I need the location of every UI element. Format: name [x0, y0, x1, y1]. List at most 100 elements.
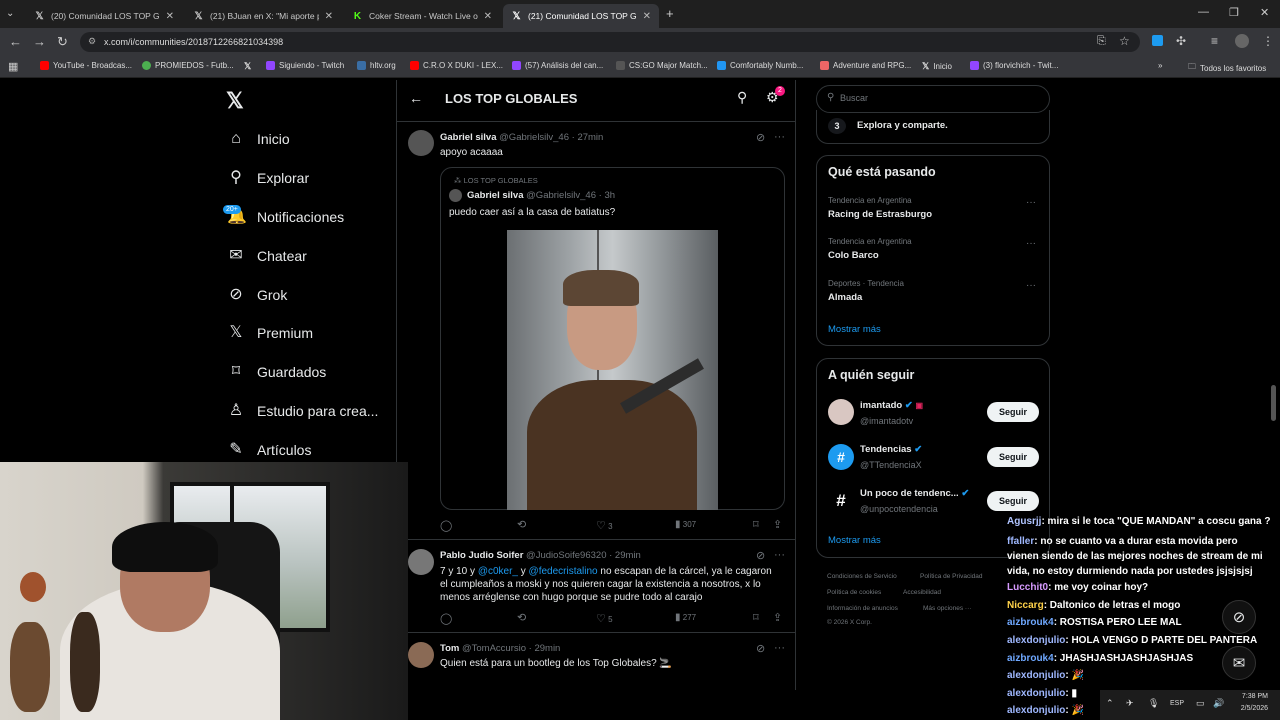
bookmark-item[interactable]: hltv.org — [357, 61, 396, 70]
author-name[interactable]: Pablo Judio Soifer — [440, 550, 523, 561]
tray-chevron-icon[interactable]: ⌃ — [1106, 698, 1114, 709]
more-icon[interactable]: ··· — [774, 131, 785, 143]
footer-link[interactable]: Accesibilidad — [903, 589, 941, 596]
apps-grid-icon[interactable]: ▦ — [8, 60, 18, 73]
hashtag-icon[interactable]: # — [828, 488, 854, 514]
new-tab-icon[interactable]: + — [666, 6, 674, 21]
bookmark-item[interactable]: Siguiendo - Twitch — [266, 61, 344, 70]
close-icon[interactable]: ✕ — [325, 11, 333, 22]
avatar[interactable] — [408, 642, 434, 668]
bookmark-item[interactable]: (57) Análisis del can... — [512, 61, 603, 70]
views-button[interactable]: ▮ 307 — [675, 519, 696, 530]
nav-item-grok[interactable]: ⊘ Grok — [227, 286, 287, 304]
back-arrow-icon[interactable]: ← — [409, 90, 423, 106]
mention-link[interactable]: @c0ker_ — [478, 566, 518, 577]
like-button[interactable]: ♡ 5 — [596, 612, 613, 625]
extension-icon[interactable] — [1152, 35, 1163, 46]
bookmark-icon[interactable]: ⌑ — [753, 611, 759, 624]
bookmarks-overflow-icon[interactable]: » — [1158, 61, 1162, 70]
tab-search-icon[interactable]: ⌄ — [6, 8, 14, 19]
nav-item-articulos[interactable]: ✎ Artículos — [227, 441, 311, 459]
bookmark-item[interactable]: Comfortably Numb... — [717, 61, 803, 70]
search-icon[interactable]: ⚲ — [737, 89, 747, 106]
grok-fab-icon[interactable]: ⊘ — [1222, 600, 1256, 634]
volume-icon[interactable]: 🔊 — [1213, 698, 1224, 709]
bookmark-item[interactable]: Adventure and RPG... — [820, 61, 911, 70]
share-icon[interactable]: ⇪ — [773, 611, 782, 624]
nav-item-guardados[interactable]: ⌑ Guardados — [227, 363, 326, 381]
repost-icon[interactable]: ⟲ — [517, 518, 526, 531]
follow-name[interactable]: Un poco de tendenc... ✔ — [860, 488, 969, 499]
reload-icon[interactable]: ↻ — [57, 34, 68, 50]
close-icon[interactable]: ✕ — [643, 11, 651, 22]
nav-item-explorar[interactable]: ⚲ Explorar — [227, 169, 309, 187]
scrollbar-thumb[interactable] — [1271, 385, 1276, 421]
follow-button[interactable]: Seguir — [987, 402, 1039, 422]
bookmark-star-icon[interactable]: ☆ — [1119, 34, 1130, 48]
x-logo-icon[interactable]: 𝕏 — [226, 88, 244, 114]
trend-item[interactable]: Almada — [828, 292, 862, 303]
bookmark-icon[interactable]: ⌑ — [753, 518, 759, 531]
avatar[interactable] — [408, 549, 434, 575]
like-button[interactable]: ♡ 3 — [596, 519, 613, 532]
clock-time[interactable]: 7:38 PM — [1236, 693, 1268, 700]
follow-name[interactable]: Tendencias ✔ — [860, 444, 922, 455]
menu-kebab-icon[interactable]: ⋮ — [1262, 34, 1274, 48]
reply-icon[interactable]: ◯ — [440, 519, 452, 532]
hashtag-icon[interactable]: # — [828, 444, 854, 470]
browser-tab[interactable]: KCoker Stream - Watch Live on Kick✕ — [344, 4, 500, 28]
avatar[interactable] — [408, 130, 434, 156]
browser-tab[interactable]: 𝕏(21) BJuan en X: "Mi aporte para✕ — [185, 4, 341, 28]
grok-icon[interactable]: ⊘ — [756, 131, 765, 144]
forward-icon[interactable]: → — [33, 34, 46, 49]
messages-fab-icon[interactable]: ✉ — [1222, 646, 1256, 680]
footer-link[interactable]: Condiciones de Servicio — [827, 573, 897, 580]
follow-button[interactable]: Seguir — [987, 447, 1039, 467]
footer-link[interactable]: Política de cookies — [827, 589, 881, 596]
author-name[interactable]: Tom — [440, 643, 459, 654]
follow-button[interactable]: Seguir — [987, 491, 1039, 511]
bookmarks-folder[interactable]: 🗀 Todos los favoritos — [1188, 61, 1266, 75]
views-button[interactable]: ▮ 277 — [675, 612, 696, 623]
bookmark-item[interactable]: PROMIEDOS - Futb... — [142, 61, 234, 70]
more-icon[interactable]: ··· — [1026, 280, 1036, 291]
footer-link[interactable]: Más opciones ··· — [923, 605, 971, 612]
url-input[interactable]: x.com/i/communities/2018712266821034398 — [80, 32, 1140, 52]
show-more-link[interactable]: Mostrar más — [828, 535, 881, 546]
trend-item[interactable]: Colo Barco — [828, 250, 879, 261]
bookmark-item[interactable]: CS:GO Major Match... — [616, 61, 708, 70]
show-more-link[interactable]: Mostrar más — [828, 324, 881, 335]
more-icon[interactable]: ··· — [774, 642, 785, 654]
back-icon[interactable]: ← — [9, 34, 22, 49]
post-image[interactable] — [507, 230, 718, 510]
bookmark-item[interactable]: YouTube - Broadcas... — [40, 61, 132, 70]
repost-icon[interactable]: ⟲ — [517, 611, 526, 624]
media-icon[interactable]: ≡ — [1211, 34, 1218, 48]
grok-icon[interactable]: ⊘ — [756, 642, 765, 655]
bookmark-item[interactable]: 𝕏 Inicio — [922, 61, 952, 72]
footer-link[interactable]: Política de Privacidad — [920, 573, 983, 580]
maximize-icon[interactable]: ❐ — [1229, 6, 1239, 19]
nav-item-premium[interactable]: 𝕏 Premium — [227, 324, 313, 342]
nav-item-inicio[interactable]: ⌂ Inicio — [227, 130, 290, 148]
browser-tab[interactable]: 𝕏(20) Comunidad LOS TOP GLOBALES✕ — [26, 4, 182, 28]
language-indicator[interactable]: ESP — [1170, 700, 1184, 707]
avatar[interactable] — [828, 399, 854, 425]
close-window-icon[interactable]: ✕ — [1260, 6, 1269, 19]
follow-name[interactable]: imantado ✔ ▣ — [860, 400, 923, 411]
microphone-icon[interactable]: 🎙 — [1148, 698, 1159, 709]
close-icon[interactable]: ✕ — [166, 11, 174, 22]
mention-link[interactable]: @fedecristalino — [529, 566, 598, 577]
nav-item-notificaciones[interactable]: 🔔 Notificaciones — [227, 208, 344, 226]
share-icon[interactable]: ⇪ — [773, 518, 782, 531]
clock-date[interactable]: 2/5/2026 — [1233, 705, 1268, 712]
extensions-puzzle-icon[interactable]: ✣ — [1176, 34, 1186, 48]
minimize-icon[interactable]: — — [1198, 6, 1209, 18]
nav-item-estudio[interactable]: ♙ Estudio para crea... — [227, 402, 379, 420]
profile-avatar[interactable] — [1235, 34, 1249, 48]
tray-app-icon[interactable]: ✈ — [1126, 698, 1134, 709]
more-icon[interactable]: ··· — [1026, 238, 1036, 249]
bookmark-item[interactable]: C.R.O X DUKI - LEX... — [410, 61, 503, 70]
reply-icon[interactable]: ◯ — [440, 612, 452, 625]
site-info-icon[interactable]: ⚙ — [88, 36, 96, 47]
